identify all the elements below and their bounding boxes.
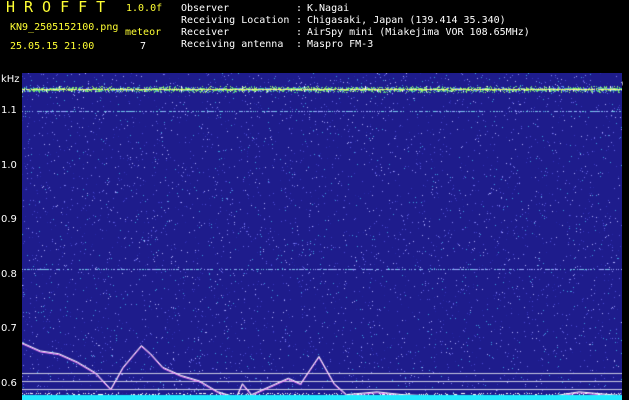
spectrogram-canvas bbox=[22, 73, 622, 400]
meteor-label: meteor bbox=[125, 27, 162, 38]
info-separator: : bbox=[296, 39, 303, 50]
observer-value: K.Nagai bbox=[307, 3, 350, 14]
version-label: 1.0.0f bbox=[126, 3, 163, 14]
y-tick-label: 0.8 bbox=[1, 268, 17, 280]
info-separator: : bbox=[296, 3, 303, 14]
antenna-value: Maspro FM-3 bbox=[307, 39, 374, 50]
y-tick-label: 0.6 bbox=[1, 377, 17, 389]
y-tick-label: 0.7 bbox=[1, 323, 17, 335]
location-label: Receiving Location bbox=[181, 15, 290, 26]
y-tick-label: 0.9 bbox=[1, 214, 17, 226]
receiver-value: AirSpy mini (Miakejima VOR 108.65MHz) bbox=[307, 27, 530, 38]
app-title: HROFFT bbox=[6, 0, 115, 16]
y-axis-unit: kHz bbox=[1, 74, 20, 85]
location-value: Chigasaki, Japan (139.414 35.340) bbox=[307, 15, 506, 26]
info-separator: : bbox=[296, 27, 303, 38]
antenna-label: Receiving antenna bbox=[181, 39, 284, 50]
observer-label: Observer bbox=[181, 3, 230, 14]
y-tick-label: 1.0 bbox=[1, 159, 17, 171]
receiver-label: Receiver bbox=[181, 27, 230, 38]
info-separator: : bbox=[296, 15, 303, 26]
filename-label: KN9_2505152100.png bbox=[10, 22, 119, 33]
meteor-count: 7 bbox=[140, 41, 147, 52]
y-tick-label: 1.1 bbox=[1, 105, 17, 117]
header-panel: HROFFT 1.0.0f KN9_2505152100.png meteor … bbox=[0, 0, 629, 73]
datetime-label: 25.05.15 21:00 bbox=[10, 41, 95, 52]
